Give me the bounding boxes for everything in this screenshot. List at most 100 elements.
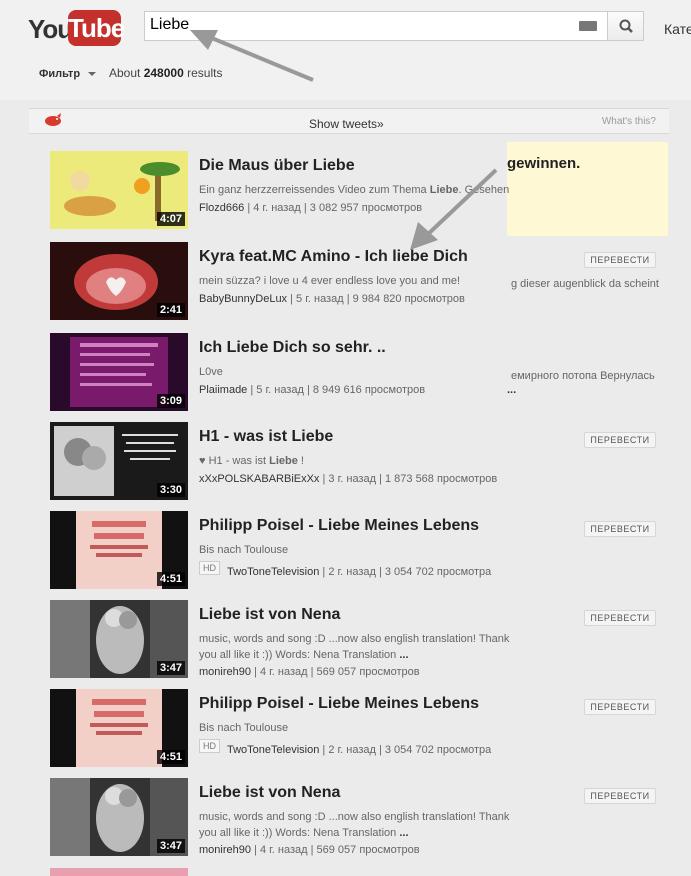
channel-link[interactable]: Plaiimade [199, 384, 247, 396]
channel-link[interactable]: monireh90 [199, 844, 251, 856]
show-tweets-label: Show tweets [309, 117, 378, 131]
translate-button[interactable]: ПЕРЕВЕСТИ [584, 252, 656, 268]
meta-text: | 5 г. назад | 9 984 820 просмотров [287, 293, 465, 305]
video-thumbnail[interactable]: 4:51 [50, 689, 188, 767]
video-result[interactable]: 4:07 Die Maus über Liebe Ein ganz herzze… [50, 151, 670, 231]
video-meta: monireh90 | 4 г. назад | 569 057 просмот… [199, 666, 420, 678]
video-duration: 3:09 [156, 394, 185, 408]
video-description: music, words and song :D ...now also eng… [199, 631, 511, 663]
video-duration: 3:47 [156, 839, 185, 853]
channel-link[interactable]: xXxPOLSKABARBiExXx [199, 473, 319, 485]
search-icon [619, 19, 633, 33]
video-thumbnail[interactable]: 3:47 [50, 778, 188, 856]
video-result[interactable]: 4:51 Philipp Poisel - Liebe Meines Leben… [50, 689, 670, 769]
search-button[interactable] [607, 11, 644, 41]
desc-more: ... [399, 827, 409, 839]
meta-text: | 4 г. назад | 569 057 просмотров [250, 666, 420, 678]
meta-text: | 3 г. назад | 1 873 568 просмотров [319, 473, 498, 485]
video-result[interactable]: 3:30 H1 - was ist Liebe ♥ H1 - was ist L… [50, 422, 670, 502]
video-meta: TwoToneTelevision | 2 г. назад | 3 054 7… [227, 566, 491, 578]
hd-badge: HD [199, 561, 220, 575]
video-duration: 4:07 [156, 212, 185, 226]
video-duration: 4:51 [156, 750, 185, 764]
video-duration: 3:47 [156, 661, 185, 675]
twitter-bird-icon [45, 113, 61, 126]
video-meta: BabyBunnyDeLux | 5 г. назад | 9 984 820 … [199, 293, 465, 305]
logo-tube-text: Tube [68, 10, 125, 46]
hd-badge: HD [199, 739, 220, 753]
video-thumbnail-partial[interactable] [50, 868, 188, 876]
video-thumbnail[interactable]: 3:09 [50, 333, 188, 411]
desc-text: music, words and song :D ...now also eng… [199, 633, 510, 661]
video-description: Bis nach Toulouse [199, 722, 289, 734]
translate-button[interactable]: ПЕРЕВЕСТИ [584, 610, 656, 626]
translate-button[interactable]: ПЕРЕВЕСТИ [584, 432, 656, 448]
chevron-down-icon [88, 72, 97, 77]
video-meta: Flozd666 | 4 г. назад | 3 082 957 просмо… [199, 202, 422, 214]
video-meta: monireh90 | 4 г. назад | 569 057 просмот… [199, 844, 420, 856]
video-title[interactable]: Philipp Poisel - Liebe Meines Lebens [199, 517, 479, 535]
video-description: Bis nach Toulouse [199, 544, 289, 556]
truncated-ellipsis: ... [507, 384, 517, 396]
video-description: ♥ H1 - was ist Liebe ! [199, 453, 511, 469]
annotation-arrow-top [190, 30, 314, 82]
double-chevron-down-icon: » [377, 117, 384, 131]
video-thumbnail[interactable]: 3:30 [50, 422, 188, 500]
video-duration: 3:30 [156, 483, 185, 497]
video-description: music, words and song :D ...now also eng… [199, 809, 511, 841]
categories-link[interactable]: Кате [664, 21, 691, 37]
channel-link[interactable]: BabyBunnyDeLux [199, 293, 287, 305]
meta-text: | 2 г. назад | 3 054 702 просмотра [319, 744, 492, 756]
desc-text: Ein ganz herzzerreissendes Video zum The… [199, 184, 430, 196]
video-title[interactable]: Kyra feat.MC Amino - Ich liebe Dich [199, 248, 468, 266]
desc-text: ♥ H1 - was ist [199, 455, 270, 467]
video-result[interactable]: 3:09 Ich Liebe Dich so sehr. .. L0ve Pla… [50, 333, 670, 413]
video-title[interactable]: Liebe ist von Nena [199, 606, 340, 624]
video-title[interactable]: H1 - was ist Liebe [199, 428, 333, 446]
filter-button[interactable]: Фильтр [39, 68, 97, 80]
video-description: mein süzza? i love u 4 ever endless love… [199, 275, 461, 287]
video-meta: xXxPOLSKABARBiExXx | 3 г. назад | 1 873 … [199, 473, 497, 485]
video-duration: 2:41 [156, 303, 185, 317]
desc-text: music, words and song :D ...now also eng… [199, 811, 510, 839]
truncated-snippet: g dieser augenblick da scheint [511, 278, 659, 290]
desc-text-end: ! [297, 455, 304, 467]
truncated-snippet: емирного потопа Вернулась [511, 370, 655, 382]
desc-highlight: Liebe [269, 455, 298, 467]
video-title[interactable]: Philipp Poisel - Liebe Meines Lebens [199, 695, 479, 713]
video-description: L0ve [199, 366, 223, 378]
video-result[interactable]: 3:47 Liebe ist von Nena music, words and… [50, 600, 670, 680]
logo-you-text: You [28, 14, 73, 44]
video-thumbnail[interactable]: 4:51 [50, 511, 188, 589]
channel-link[interactable]: Flozd666 [199, 202, 244, 214]
translate-button[interactable]: ПЕРЕВЕСТИ [584, 521, 656, 537]
meta-text: | 4 г. назад | 569 057 просмотров [250, 844, 420, 856]
filter-label: Фильтр [39, 68, 81, 80]
video-result[interactable]: 2:41 Kyra feat.MC Amino - Ich liebe Dich… [50, 242, 670, 322]
keyboard-icon[interactable] [579, 21, 597, 31]
video-thumbnail[interactable]: 3:47 [50, 600, 188, 678]
video-meta: Plaiimade | 5 г. назад | 8 949 616 просм… [199, 384, 425, 396]
meta-text: | 2 г. назад | 3 054 702 просмотра [319, 566, 492, 578]
channel-link[interactable]: TwoToneTelevision [227, 744, 319, 756]
video-meta: TwoToneTelevision | 2 г. назад | 3 054 7… [227, 744, 491, 756]
tweets-bar: Show tweets» What's this? [29, 108, 669, 134]
video-title[interactable]: Liebe ist von Nena [199, 784, 340, 802]
translate-button[interactable]: ПЕРЕВЕСТИ [584, 699, 656, 715]
whats-this-link[interactable]: What's this? [602, 116, 656, 127]
video-title[interactable]: Die Maus über Liebe [199, 157, 355, 175]
meta-text: | 5 г. назад | 8 949 616 просмотров [247, 384, 426, 396]
video-thumbnail[interactable]: 2:41 [50, 242, 188, 320]
masthead: You Tube Liebe Кате Фильтр About 248000 … [0, 0, 691, 100]
video-title[interactable]: Ich Liebe Dich so sehr. .. [199, 339, 386, 357]
video-result[interactable]: 4:51 Philipp Poisel - Liebe Meines Leben… [50, 511, 670, 591]
channel-link[interactable]: TwoToneTelevision [227, 566, 319, 578]
video-thumbnail[interactable]: 4:07 [50, 151, 188, 229]
results-number: 248000 [143, 66, 184, 80]
meta-text: | 4 г. назад | 3 082 957 просмотров [244, 202, 423, 214]
results-prefix: About [109, 66, 141, 80]
channel-link[interactable]: monireh90 [199, 666, 251, 678]
show-tweets-toggle[interactable]: Show tweets» [309, 117, 384, 131]
translate-button[interactable]: ПЕРЕВЕСТИ [584, 788, 656, 804]
video-result[interactable]: 3:47 Liebe ist von Nena music, words and… [50, 778, 670, 858]
